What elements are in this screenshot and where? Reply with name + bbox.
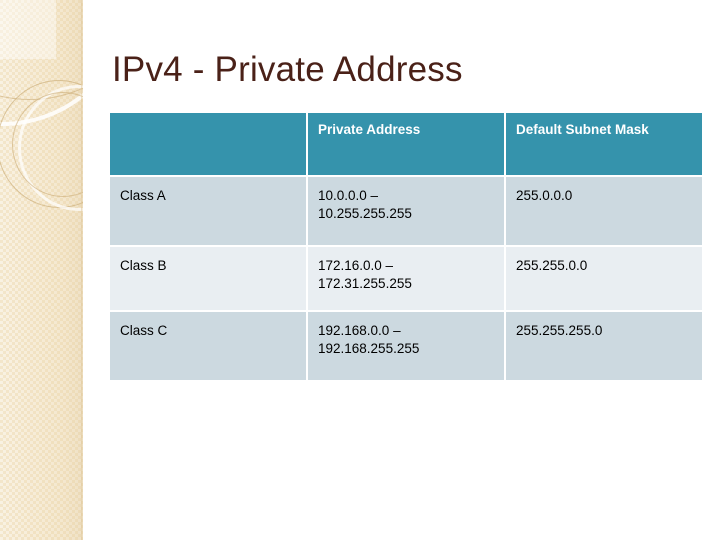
private-address-range-b: 172.16.0.0 – 172.31.255.255 xyxy=(308,247,504,293)
page-title: IPv4 - Private Address xyxy=(112,50,463,89)
subnet-mask-b: 255.255.0.0 xyxy=(516,258,588,273)
table-row: Class C 192.168.0.0 – 192.168.255.255 25… xyxy=(110,312,702,380)
table-cell-subnet-mask: 255.0.0.0 xyxy=(506,177,702,245)
table-cell-private-address: 10.0.0.0 – 10.255.255.255 xyxy=(308,177,504,245)
subnet-mask-c: 255.255.255.0 xyxy=(516,323,603,338)
range-start-a: 10.0.0.0 – xyxy=(318,188,379,203)
table-header-cell-private-address: Private Address xyxy=(308,113,504,175)
class-label-b: Class B xyxy=(120,258,167,273)
table-cell-class-label: Class B xyxy=(110,247,306,310)
range-start-b: 172.16.0.0 – xyxy=(318,258,394,273)
private-address-range-a: 10.0.0.0 – 10.255.255.255 xyxy=(308,177,504,223)
range-end-c: 192.168.255.255 xyxy=(318,341,420,356)
table-cell-private-address: 172.16.0.0 – 172.31.255.255 xyxy=(308,247,504,310)
private-address-table: Private Address Default Subnet Mask Clas… xyxy=(108,111,704,382)
table-header-cell-default-subnet-mask: Default Subnet Mask xyxy=(506,113,702,175)
table-header-label-default-subnet-mask: Default Subnet Mask xyxy=(516,122,649,137)
table-header-cell-class xyxy=(110,113,306,175)
subnet-mask-a: 255.0.0.0 xyxy=(516,188,573,203)
private-address-table-container: Private Address Default Subnet Mask Clas… xyxy=(110,113,702,380)
slide-canvas: IPv4 - Private Address Private Address D… xyxy=(0,0,720,540)
private-address-range-c: 192.168.0.0 – 192.168.255.255 xyxy=(308,312,504,358)
table-row: Class B 172.16.0.0 – 172.31.255.255 255.… xyxy=(110,247,702,310)
table-cell-subnet-mask: 255.255.255.0 xyxy=(506,312,702,380)
sidebar-corner-block xyxy=(0,0,56,59)
range-end-a: 10.255.255.255 xyxy=(318,206,412,221)
range-end-b: 172.31.255.255 xyxy=(318,276,412,291)
class-label-c: Class C xyxy=(120,323,168,338)
sidebar-edge-shadow xyxy=(81,0,83,540)
range-start-c: 192.168.0.0 – xyxy=(318,323,401,338)
table-cell-private-address: 192.168.0.0 – 192.168.255.255 xyxy=(308,312,504,380)
table-cell-class-label: Class A xyxy=(110,177,306,245)
decorative-sidebar xyxy=(0,0,83,540)
table-header-label-private-address: Private Address xyxy=(318,122,421,137)
sidebar-gradient-tint xyxy=(0,0,83,540)
table-header-label-class xyxy=(110,113,306,122)
table-cell-subnet-mask: 255.255.0.0 xyxy=(506,247,702,310)
table-header-row: Private Address Default Subnet Mask xyxy=(110,113,702,175)
table-row: Class A 10.0.0.0 – 10.255.255.255 255.0.… xyxy=(110,177,702,245)
table-cell-class-label: Class C xyxy=(110,312,306,380)
class-label-a: Class A xyxy=(120,188,166,203)
